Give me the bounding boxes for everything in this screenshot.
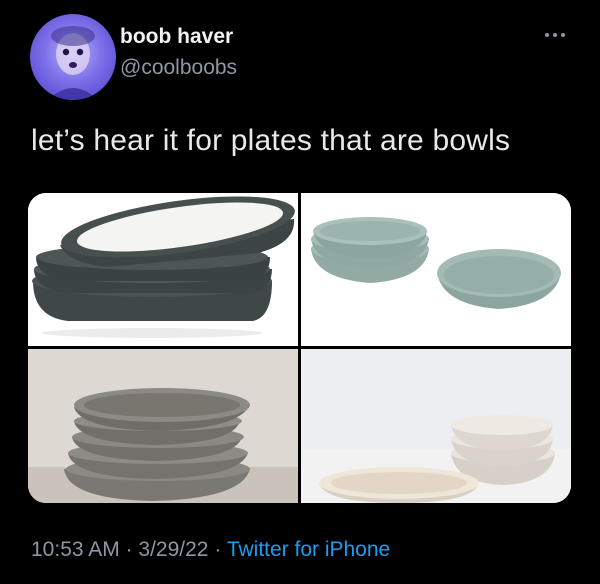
- separator-dot: ·: [214, 538, 222, 561]
- author-handle[interactable]: @coolboobs: [120, 56, 237, 80]
- tweet-meta: 10:53 AM · 3/29/22 · Twitter for iPhone: [31, 538, 390, 562]
- dot-icon: [553, 33, 557, 37]
- avatar-photo: [48, 26, 98, 100]
- media-image-4[interactable]: [301, 349, 571, 503]
- cream-bowls-photo: [301, 349, 571, 503]
- dot-icon: [561, 33, 565, 37]
- media-image-1[interactable]: [28, 193, 298, 346]
- more-options-icon[interactable]: [540, 28, 570, 42]
- speckled-grey-bowl-stack-photo: [28, 349, 298, 503]
- tweet-date[interactable]: 3/29/22: [138, 538, 208, 561]
- tweet-source-link[interactable]: Twitter for iPhone: [227, 538, 390, 561]
- dark-green-plate-stack-photo: [28, 193, 298, 346]
- author-display-name[interactable]: boob haver: [120, 25, 233, 49]
- tweet-text: let’s hear it for plates that are bowls: [31, 124, 511, 157]
- tweet-time[interactable]: 10:53 AM: [31, 538, 120, 561]
- sage-green-bowls-photo: [301, 193, 571, 346]
- avatar[interactable]: [30, 14, 116, 100]
- separator-dot: ·: [125, 538, 133, 561]
- media-grid: [28, 193, 571, 503]
- dot-icon: [545, 33, 549, 37]
- media-image-2[interactable]: [301, 193, 571, 346]
- media-image-3[interactable]: [28, 349, 298, 503]
